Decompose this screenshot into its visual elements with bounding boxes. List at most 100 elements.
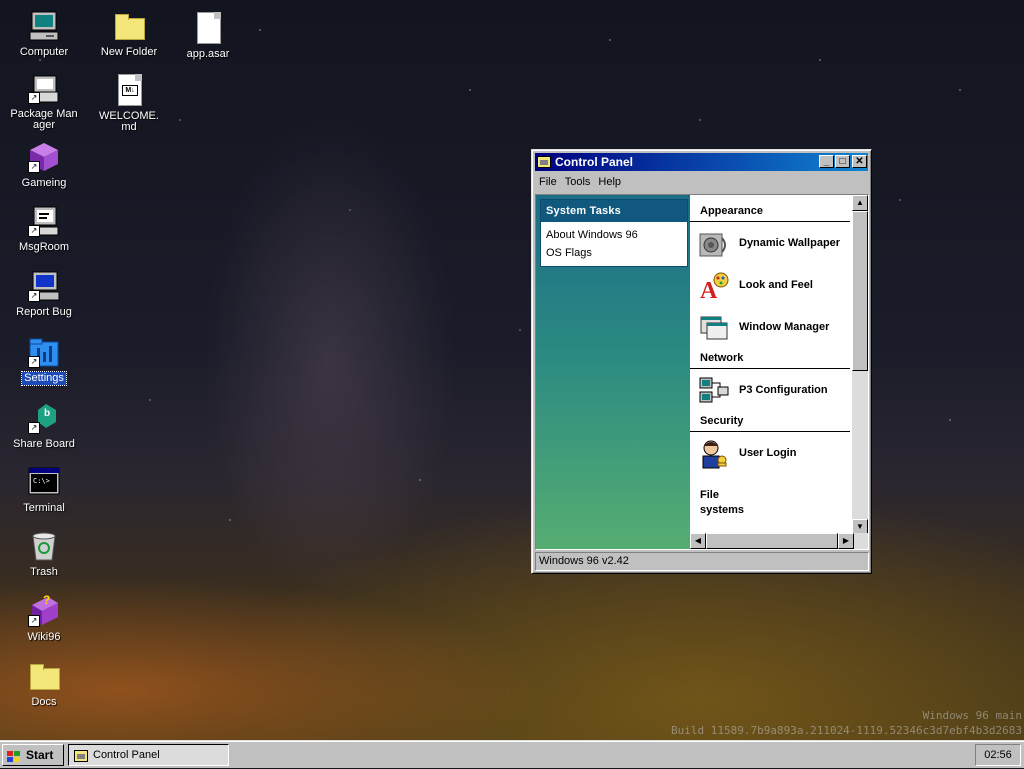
desktop-icon-app-asar[interactable]: app.asar xyxy=(170,12,246,61)
desktop-icon-new-folder[interactable]: New Folder xyxy=(91,10,167,59)
horizontal-scrollbar[interactable]: ◀ ▶ xyxy=(690,533,868,549)
menu-bar: File Tools Help xyxy=(535,174,868,192)
share-board-icon: b ↗ xyxy=(28,402,60,434)
speaker-wallpaper-icon xyxy=(698,228,730,260)
md-badge: M↓ xyxy=(122,85,138,96)
desktop-icon-terminal[interactable]: C:\> Terminal xyxy=(6,466,82,515)
window-content: System Tasks About Windows 96 OS Flags A… xyxy=(535,194,869,550)
desktop-icon-label: WELCOME.md xyxy=(99,110,159,133)
menu-help[interactable]: Help xyxy=(594,174,625,190)
scroll-up-button[interactable]: ▲ xyxy=(852,195,868,211)
applet-label: Window Manager xyxy=(739,321,830,333)
wiki-question-badge: ? xyxy=(43,593,51,607)
menu-file[interactable]: File xyxy=(535,174,561,190)
scroll-right-button[interactable]: ▶ xyxy=(838,533,854,549)
look-and-feel-icon: A xyxy=(698,270,730,304)
window-manager-icon xyxy=(698,312,730,344)
windows-logo-icon xyxy=(7,749,21,762)
applet-user-login[interactable]: User Login xyxy=(690,432,856,476)
settings-icon: ↗ xyxy=(28,336,60,368)
start-button[interactable]: Start xyxy=(2,744,64,766)
computer-icon xyxy=(28,10,60,42)
taskbar-item-label: Control Panel xyxy=(93,749,160,761)
report-bug-icon: ↗ xyxy=(28,270,60,302)
taskbar-item-control-panel[interactable]: Control Panel xyxy=(68,744,229,766)
control-panel-icon xyxy=(74,749,88,762)
build-watermark: Windows 96 main Build 11589.7b9a893a.211… xyxy=(671,708,1022,738)
watermark-line1: Windows 96 main xyxy=(922,709,1022,722)
applets-pane: Appearance Dynamic Wallpaper A Look and … xyxy=(690,195,856,535)
scroll-left-button[interactable]: ◀ xyxy=(690,533,706,549)
desktop-icon-share-board[interactable]: b ↗ Share Board xyxy=(6,402,82,451)
section-security: Security xyxy=(690,411,850,432)
task-about-windows-96[interactable]: About Windows 96 xyxy=(541,226,687,244)
desktop-icon-label: New Folder xyxy=(100,46,158,58)
desktop-icon-label: Computer xyxy=(19,46,69,58)
folder-icon xyxy=(28,660,60,692)
applet-dynamic-wallpaper[interactable]: Dynamic Wallpaper xyxy=(690,222,856,264)
desktop-icon-label: Settings xyxy=(21,371,67,386)
msgroom-icon: ↗ xyxy=(28,205,60,237)
desktop-icon-label: app.asar xyxy=(186,48,230,60)
shortcut-arrow-icon: ↗ xyxy=(28,161,40,173)
control-panel-icon xyxy=(537,155,551,168)
task-os-flags[interactable]: OS Flags xyxy=(541,244,687,262)
start-label: Start xyxy=(26,748,54,762)
desktop-icon-gameing[interactable]: ↗ Gameing xyxy=(6,141,82,190)
trash-icon xyxy=(28,530,60,562)
shortcut-arrow-icon: ↗ xyxy=(28,225,40,237)
shortcut-arrow-icon: ↗ xyxy=(28,615,40,627)
network-computers-icon xyxy=(698,375,730,407)
desktop-icon-label: Trash xyxy=(30,566,58,578)
applet-label: User Login xyxy=(739,447,797,459)
desktop-icon-report-bug[interactable]: ↗ Report Bug xyxy=(6,270,82,319)
desktop-icon-label: Package Manager xyxy=(10,108,78,131)
section-appearance: Appearance xyxy=(690,195,850,222)
system-tasks-heading: System Tasks xyxy=(541,200,687,222)
section-file-systems-line1: File xyxy=(700,489,719,501)
close-button[interactable]: ✕ xyxy=(852,155,867,168)
window-title: Control Panel xyxy=(555,155,634,169)
window-titlebar[interactable]: Control Panel _ □ ✕ xyxy=(535,153,868,171)
desktop-icon-docs[interactable]: Docs xyxy=(6,660,82,709)
section-network: Network xyxy=(690,348,850,369)
system-tasks-panel: System Tasks About Windows 96 OS Flags xyxy=(540,199,688,267)
desktop-icon-label: Share Board xyxy=(13,438,75,450)
desktop-icon-label: Report Bug xyxy=(16,306,72,318)
applet-look-and-feel[interactable]: A Look and Feel xyxy=(690,264,856,306)
watermark-line2: Build 11589.7b9a893a.211024-1119.52346c3… xyxy=(671,724,1022,737)
shortcut-arrow-icon: ↗ xyxy=(28,92,40,104)
applet-label: P3 Configuration xyxy=(739,384,828,396)
desktop-icon-label: Wiki96 xyxy=(27,631,61,643)
horizontal-scroll-thumb[interactable] xyxy=(706,533,838,549)
menu-tools[interactable]: Tools xyxy=(561,174,595,190)
maximize-button[interactable]: □ xyxy=(835,155,850,168)
desktop-icon-computer[interactable]: Computer xyxy=(6,10,82,59)
game-cube-icon: ↗ xyxy=(28,141,60,173)
minimize-button[interactable]: _ xyxy=(819,155,834,168)
control-panel-window[interactable]: Control Panel _ □ ✕ File Tools Help System… xyxy=(531,149,872,574)
tasks-pane: System Tasks About Windows 96 OS Flags xyxy=(536,195,690,549)
vertical-scroll-thumb[interactable] xyxy=(852,211,868,371)
applet-window-manager[interactable]: Window Manager xyxy=(690,306,856,348)
shortcut-arrow-icon: ↗ xyxy=(28,290,40,302)
terminal-prompt-badge: C:\> xyxy=(33,477,50,485)
desktop-icon-package-manager[interactable]: ↗ Package Manager xyxy=(6,72,82,132)
desktop-icon-settings[interactable]: ↗ Settings xyxy=(6,336,82,386)
desktop-icon-trash[interactable]: Trash xyxy=(6,530,82,579)
desktop-icon-wiki96[interactable]: ? ↗ Wiki96 xyxy=(6,593,82,644)
vertical-scrollbar[interactable]: ▲ ▼ xyxy=(852,195,868,535)
desktop-icon-welcome-md[interactable]: M↓ WELCOME.md xyxy=(91,74,167,134)
share-board-badge: b xyxy=(44,408,51,419)
status-bar: Windows 96 v2.42 xyxy=(535,552,869,571)
applet-p3-configuration[interactable]: P3 Configuration xyxy=(690,369,856,411)
applet-label: Look and Feel xyxy=(739,279,813,291)
desktop-icon-label: Docs xyxy=(31,696,57,708)
terminal-icon: C:\> xyxy=(28,466,60,498)
taskbar: Start Control Panel 02:56 xyxy=(0,740,1024,768)
section-file-systems: File systems xyxy=(690,476,770,522)
desktop-icon-label: Gameing xyxy=(21,177,67,189)
shortcut-arrow-icon: ↗ xyxy=(28,356,40,368)
wiki-book-icon: ? ↗ xyxy=(28,593,60,627)
desktop-icon-msgroom[interactable]: ↗ MsgRoom xyxy=(6,205,82,254)
